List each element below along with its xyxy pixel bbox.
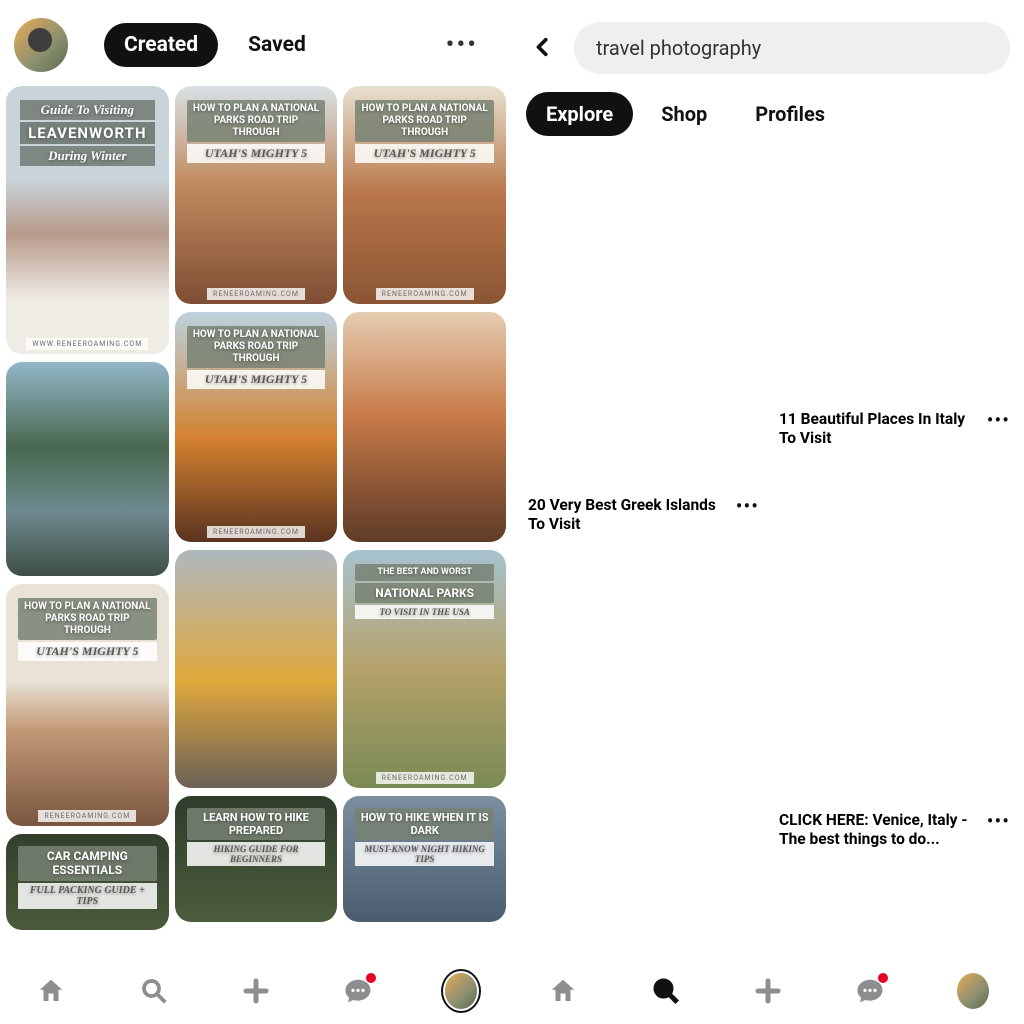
pin-overlay-text: UTAH'S MIGHTY 5 (187, 144, 326, 163)
pin-overlay-text: HOW TO PLAN A NATIONAL PARKS ROAD TRIP T… (187, 326, 326, 368)
pin-overlay-text: LEARN HOW TO HIKE PREPARED (187, 808, 326, 840)
pin-overlay-text: During Winter (20, 146, 155, 166)
search-explore-screen: travel photography Explore Shop Profiles… (512, 0, 1024, 1024)
pin-card[interactable]: HOW TO PLAN A NATIONAL PARKS ROAD TRIP T… (175, 86, 338, 304)
profile-nav-icon[interactable] (445, 975, 477, 1007)
pin-overlay-text: HOW TO PLAN A NATIONAL PARKS ROAD TRIP T… (18, 598, 157, 640)
pin-card[interactable]: LEARN HOW TO HIKE PREPARED HIKING GUIDE … (175, 796, 338, 922)
result-item (524, 551, 761, 911)
profile-created-screen: Created Saved ••• Guide To Visiting LEAV… (0, 0, 512, 1024)
pin-card[interactable]: CAR CAMPING ESSENTIALS FULL PACKING GUID… (6, 834, 169, 930)
profile-nav-icon[interactable] (957, 975, 989, 1007)
pin-card[interactable] (775, 150, 1012, 404)
pin-card[interactable] (775, 465, 1012, 805)
pin-card[interactable]: HOW TO PLAN A NATIONAL PARKS ROAD TRIP T… (343, 86, 506, 304)
created-pins-grid: Guide To Visiting LEAVENWORTH During Win… (0, 86, 512, 956)
pin-overlay-text: MUST-KNOW NIGHT HIKING TIPS (355, 842, 494, 866)
pin-card[interactable] (175, 550, 338, 788)
pin-card[interactable] (524, 150, 761, 490)
pin-card[interactable]: HOW TO PLAN A NATIONAL PARKS ROAD TRIP T… (175, 312, 338, 542)
pin-overlay-text: FULL PACKING GUIDE + TIPS (18, 883, 157, 909)
search-results-grid: 20 Very Best Greek Islands To Visit ••• … (512, 150, 1024, 956)
pin-card[interactable]: HOW TO HIKE WHEN IT IS DARK MUST-KNOW NI… (343, 796, 506, 922)
pin-overlay-text: UTAH'S MIGHTY 5 (187, 370, 326, 389)
grid-col-3: HOW TO PLAN A NATIONAL PARKS ROAD TRIP T… (343, 86, 506, 956)
pin-source-label: RENEEROAMING.COM (207, 288, 305, 300)
pin-overlay-text: HOW TO PLAN A NATIONAL PARKS ROAD TRIP T… (355, 100, 494, 142)
add-icon[interactable] (752, 975, 784, 1007)
results-col-1: 20 Very Best Greek Islands To Visit ••• (524, 150, 761, 956)
results-col-2: 11 Beautiful Places In Italy To Visit ••… (775, 150, 1012, 956)
back-icon[interactable] (526, 31, 560, 66)
tab-saved[interactable]: Saved (228, 23, 326, 67)
result-item: 11 Beautiful Places In Italy To Visit ••… (775, 150, 1012, 453)
pin-overlay-text: LEAVENWORTH (20, 122, 155, 144)
result-item: 20 Very Best Greek Islands To Visit ••• (524, 150, 761, 539)
pin-overlay-text: CAR CAMPING ESSENTIALS (18, 846, 157, 881)
filter-profiles[interactable]: Profiles (735, 92, 845, 136)
pin-overlay-text: HIKING GUIDE FOR BEGINNERS (187, 842, 326, 866)
right-header: travel photography (512, 0, 1024, 74)
bottom-nav (0, 956, 512, 1024)
left-header: Created Saved ••• (0, 0, 512, 86)
home-icon[interactable] (35, 975, 67, 1007)
pin-more-icon[interactable]: ••• (987, 410, 1010, 430)
pin-card[interactable] (343, 312, 506, 542)
more-options-icon[interactable]: ••• (446, 30, 478, 60)
search-icon[interactable] (138, 975, 170, 1007)
pin-card[interactable] (524, 551, 761, 911)
notification-dot (878, 973, 888, 983)
chat-icon[interactable] (854, 975, 886, 1007)
pin-overlay-text: UTAH'S MIGHTY 5 (18, 642, 157, 661)
pin-title: 20 Very Best Greek Islands To Visit (528, 496, 728, 535)
pin-card[interactable]: HOW TO PLAN A NATIONAL PARKS ROAD TRIP T… (6, 584, 169, 826)
pin-card[interactable] (775, 866, 1012, 906)
pin-source-label: RENEEROAMING.COM (376, 288, 474, 300)
pin-overlay-text: TO VISIT IN THE USA (355, 605, 494, 619)
pin-overlay-text: Guide To Visiting (20, 100, 155, 120)
pin-card[interactable]: THE BEST AND WORST NATIONAL PARKS TO VIS… (343, 550, 506, 788)
pin-title: CLICK HERE: Venice, Italy - The best thi… (779, 811, 979, 850)
pin-card[interactable]: Guide To Visiting LEAVENWORTH During Win… (6, 86, 169, 354)
search-filters: Explore Shop Profiles (512, 74, 1024, 150)
add-icon[interactable] (240, 975, 272, 1007)
grid-col-1: Guide To Visiting LEAVENWORTH During Win… (6, 86, 169, 956)
pin-card[interactable] (6, 362, 169, 576)
result-item: CLICK HERE: Venice, Italy - The best thi… (775, 465, 1012, 854)
bottom-nav (512, 956, 1024, 1024)
pin-overlay-text: THE BEST AND WORST (355, 564, 494, 581)
filter-explore[interactable]: Explore (526, 92, 633, 136)
pin-overlay-text: NATIONAL PARKS (355, 583, 494, 603)
filter-shop[interactable]: Shop (641, 92, 727, 136)
profile-tabs: Created Saved (104, 23, 326, 67)
pin-source-label: RENEEROAMING.COM (207, 526, 305, 538)
home-icon[interactable] (547, 975, 579, 1007)
result-item (775, 866, 1012, 906)
pin-source-label: RENEEROAMING.COM (376, 772, 474, 784)
tab-created[interactable]: Created (104, 23, 218, 67)
profile-avatar[interactable] (14, 18, 68, 72)
pin-more-icon[interactable]: ••• (987, 811, 1010, 831)
pin-overlay-text: UTAH'S MIGHTY 5 (355, 144, 494, 163)
search-icon[interactable] (650, 975, 682, 1007)
pin-overlay-text: HOW TO PLAN A NATIONAL PARKS ROAD TRIP T… (187, 100, 326, 142)
pin-source-label: WWW.RENEEROAMING.COM (26, 338, 148, 350)
notification-dot (366, 973, 376, 983)
pin-title: 11 Beautiful Places In Italy To Visit (779, 410, 979, 449)
pin-overlay-text: HOW TO HIKE WHEN IT IS DARK (355, 808, 494, 840)
search-input[interactable]: travel photography (574, 22, 1010, 74)
pin-source-label: RENEEROAMING.COM (38, 810, 136, 822)
pin-more-icon[interactable]: ••• (736, 496, 759, 516)
search-value: travel photography (596, 36, 761, 60)
chat-icon[interactable] (342, 975, 374, 1007)
grid-col-2: HOW TO PLAN A NATIONAL PARKS ROAD TRIP T… (175, 86, 338, 956)
